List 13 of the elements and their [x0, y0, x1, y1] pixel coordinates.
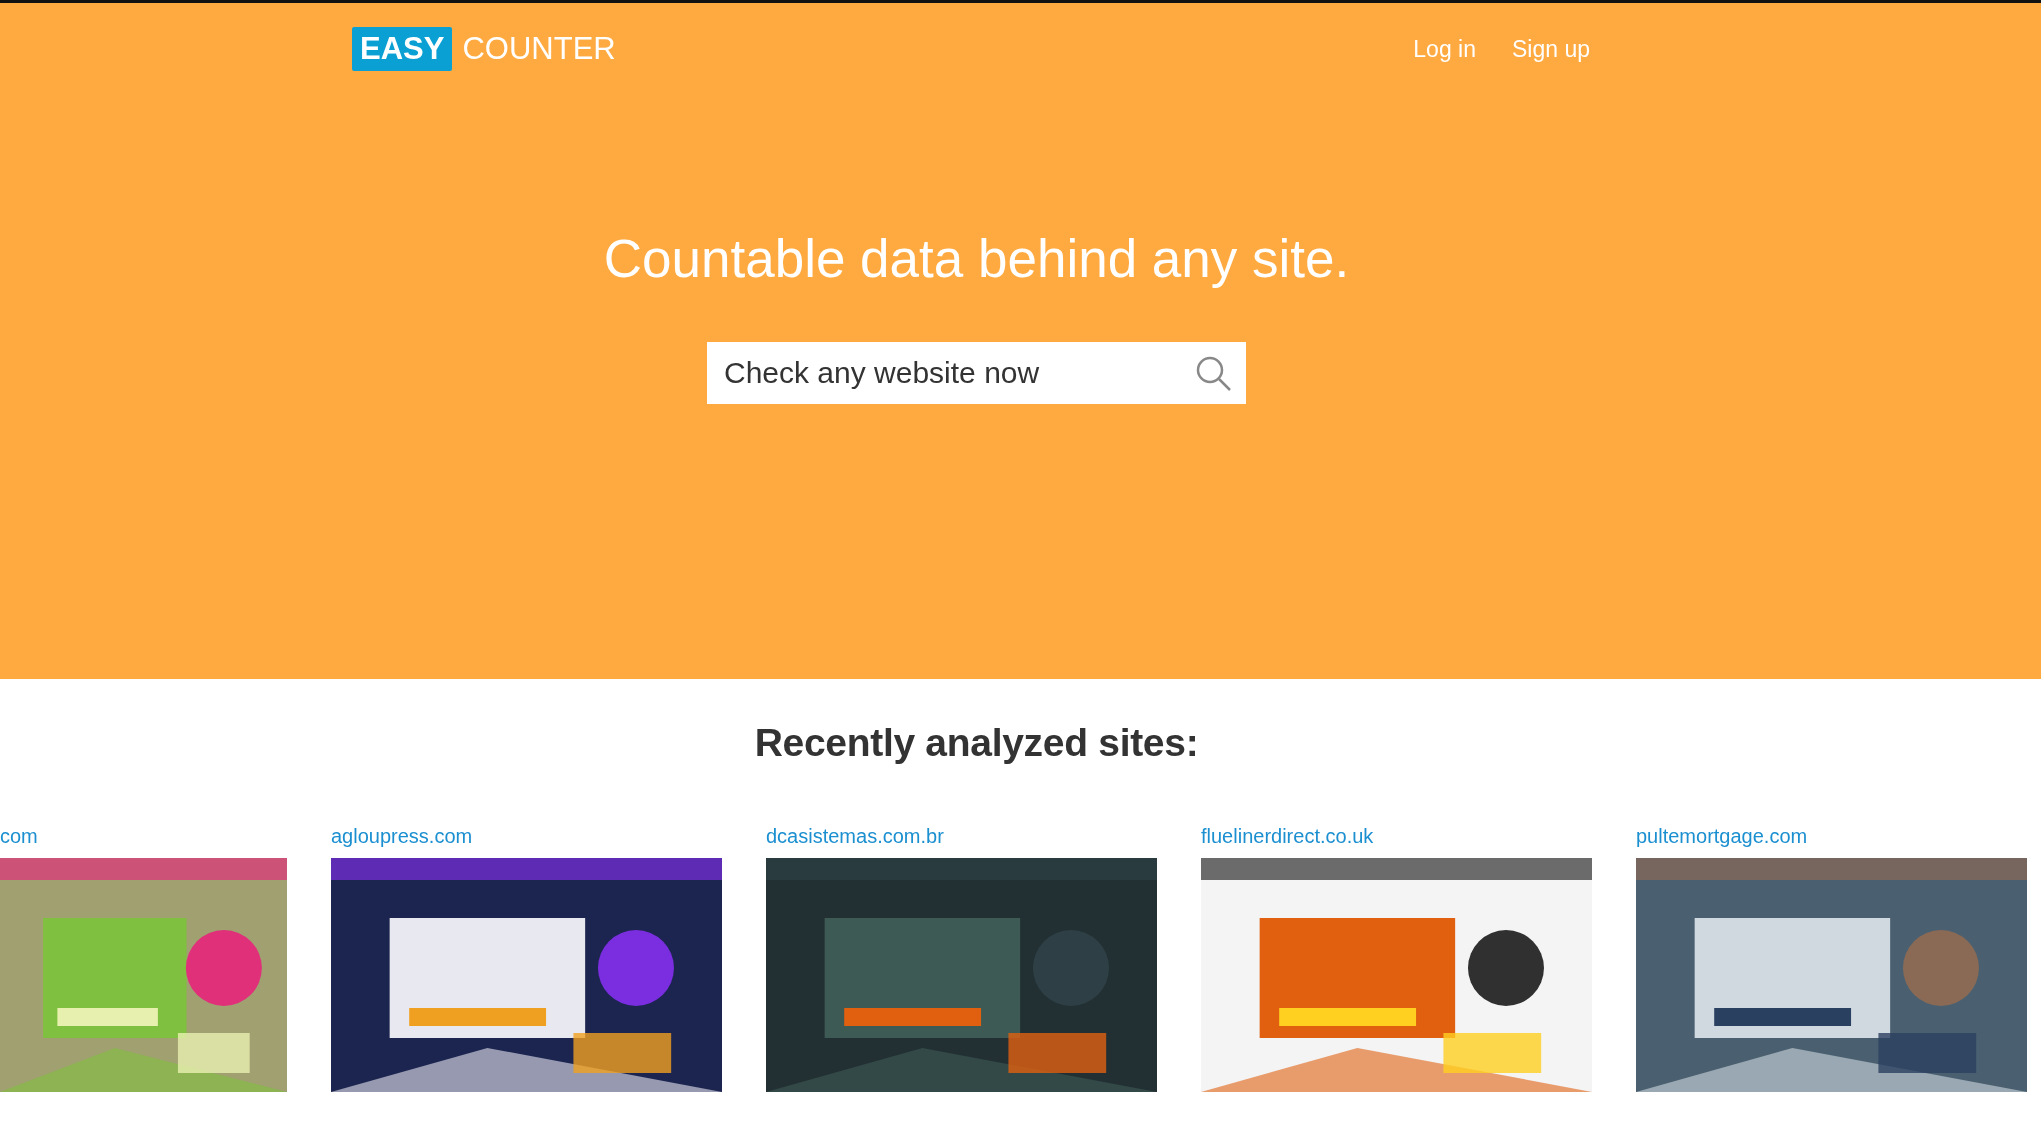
site-link[interactable]: com	[0, 824, 287, 848]
nav-link[interactable]: Sign up	[1512, 35, 1590, 63]
site-link[interactable]: dcasistemas.com.br	[766, 824, 1157, 848]
nav-link[interactable]: Log in	[1413, 35, 1476, 63]
site-link[interactable]: pultemortgage.com	[1636, 824, 2027, 848]
hero-title: Countable data behind any site.	[602, 229, 1351, 289]
search-icon[interactable]	[1194, 354, 1232, 392]
logo-text: COUNTER	[462, 31, 616, 67]
section-title: Recently analyzed sites:	[753, 720, 1200, 766]
search-field[interactable]: Check any website now	[707, 342, 1246, 404]
site-link[interactable]: agloupress.com	[331, 824, 722, 848]
logo-badge: EASY	[352, 27, 453, 71]
site-link[interactable]: fluelinerdirect.co.uk	[1201, 824, 1592, 848]
